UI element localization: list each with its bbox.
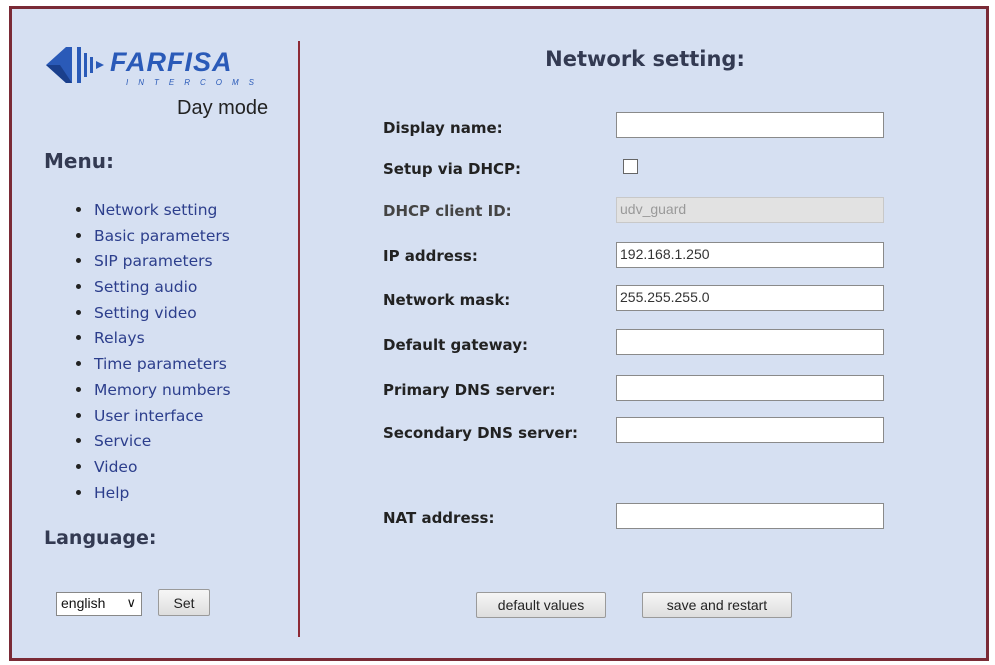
chevron-down-icon: ∨ (126, 595, 136, 610)
mode-label: Day mode (177, 97, 269, 119)
secondary-dns-field[interactable] (616, 417, 884, 443)
menu-item-video[interactable]: Video (74, 456, 231, 482)
menu-item-setting-audio[interactable]: Setting audio (74, 276, 231, 302)
menu-title: Menu: (44, 149, 114, 173)
page-frame: FARFISA INTERCOMS Day mode Menu: Network… (9, 6, 989, 661)
setup-dhcp-label: Setup via DHCP: (383, 160, 522, 178)
menu-item-memory-numbers[interactable]: Memory numbers (74, 379, 231, 405)
set-language-button[interactable]: Set (158, 589, 210, 616)
brand-logo: FARFISA INTERCOMS (44, 41, 299, 93)
language-select[interactable]: english ∨ (56, 592, 142, 616)
menu-item-network-setting[interactable]: Network setting (74, 199, 231, 225)
secondary-dns-label: Secondary DNS server: (383, 424, 578, 442)
menu-item-help[interactable]: Help (74, 482, 231, 508)
dhcp-client-id-field: udv_guard (616, 197, 884, 223)
default-values-button[interactable]: default values (476, 592, 606, 618)
save-and-restart-button[interactable]: save and restart (642, 592, 792, 618)
nat-address-label: NAT address: (383, 509, 495, 527)
default-gateway-label: Default gateway: (383, 336, 528, 354)
menu-item-time-parameters[interactable]: Time parameters (74, 353, 231, 379)
ip-address-field[interactable]: 192.168.1.250 (616, 242, 884, 268)
menu-item-user-interface[interactable]: User interface (74, 405, 231, 431)
svg-text:FARFISA: FARFISA (110, 47, 233, 77)
display-name-label: Display name: (383, 119, 503, 137)
menu-list: Network setting Basic parameters SIP par… (74, 199, 231, 507)
menu-item-relays[interactable]: Relays (74, 327, 231, 353)
setup-dhcp-checkbox[interactable] (623, 159, 638, 174)
menu-item-setting-video[interactable]: Setting video (74, 302, 231, 328)
menu-item-sip-parameters[interactable]: SIP parameters (74, 250, 231, 276)
primary-dns-field[interactable] (616, 375, 884, 401)
svg-text:INTERCOMS: INTERCOMS (126, 78, 264, 87)
menu-item-service[interactable]: Service (74, 430, 231, 456)
menu-item-basic-parameters[interactable]: Basic parameters (74, 225, 231, 251)
nat-address-field[interactable] (616, 503, 884, 529)
network-mask-field[interactable]: 255.255.255.0 (616, 285, 884, 311)
language-title: Language: (44, 527, 157, 549)
sidebar: FARFISA INTERCOMS Day mode Menu: Network… (12, 9, 301, 658)
sidebar-divider (298, 41, 300, 637)
primary-dns-label: Primary DNS server: (383, 381, 556, 399)
ip-address-label: IP address: (383, 247, 478, 265)
dhcp-client-id-label: DHCP client ID: (383, 202, 512, 220)
page-title: Network setting: (545, 47, 745, 71)
farfisa-logo-icon: FARFISA INTERCOMS (46, 47, 264, 87)
display-name-field[interactable] (616, 112, 884, 138)
default-gateway-field[interactable] (616, 329, 884, 355)
language-value: english (61, 595, 106, 611)
network-mask-label: Network mask: (383, 291, 511, 309)
